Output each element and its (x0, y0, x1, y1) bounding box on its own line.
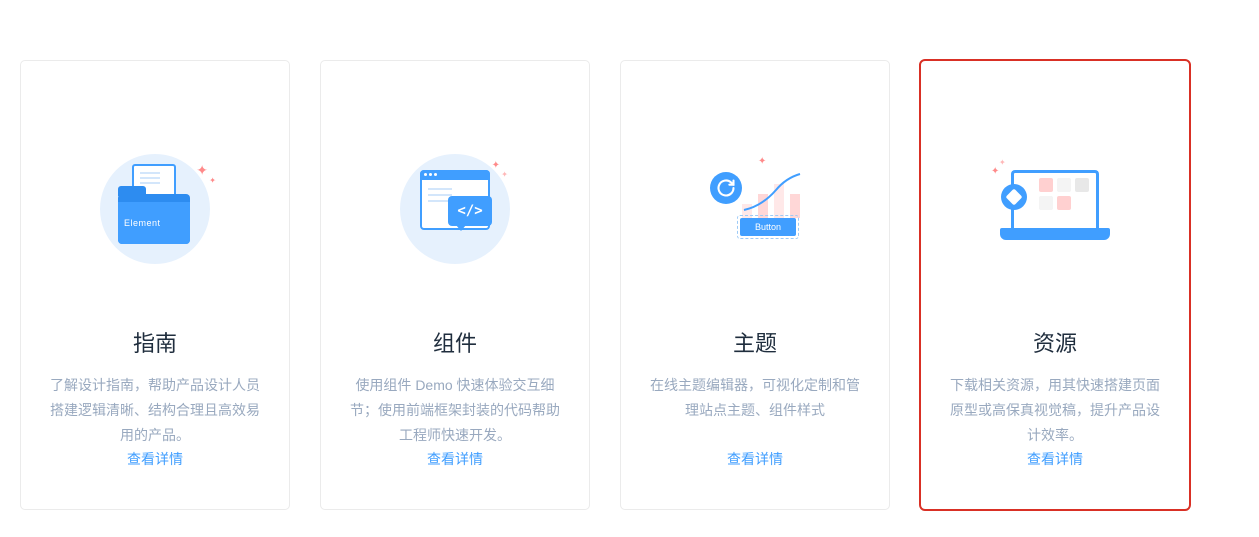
card-guide[interactable]: Element ✦ ✦ 指南 了解设计指南，帮助产品设计人员搭建逻辑清晰、结构合… (20, 60, 290, 510)
card-resource-description: 下载相关资源，用其快速搭建页面原型或高保真视觉稿，提升产品设计效率。 (941, 373, 1169, 449)
card-resource-link[interactable]: 查看详情 (1027, 449, 1083, 469)
card-component-link[interactable]: 查看详情 (427, 449, 483, 469)
refresh-icon (710, 172, 742, 204)
card-guide-description: 了解设计指南，帮助产品设计人员搭建逻辑清晰、结构合理且高效易用的产品。 (41, 373, 269, 449)
card-component-description: 使用组件 Demo 快速体验交互细节；使用前端框架封装的代码帮助工程师快速开发。 (341, 373, 569, 449)
card-theme-title: 主题 (733, 326, 777, 358)
card-component-title: 组件 (433, 326, 477, 358)
theme-icon: Button ✦ (700, 154, 810, 264)
card-theme-description: 在线主题编辑器，可视化定制和管理站点主题、组件样式 (641, 373, 869, 423)
card-theme[interactable]: Button ✦ 主题 在线主题编辑器，可视化定制和管理站点主题、组件样式 查看… (620, 60, 890, 510)
card-resource-title: 资源 (1033, 326, 1077, 358)
component-icon: </> ✦ ✦ (400, 154, 510, 264)
guide-icon: Element ✦ ✦ (100, 154, 210, 264)
code-tag-label: </> (457, 203, 482, 219)
theme-button-label: Button (755, 222, 781, 232)
resource-icon: ✦ ✦ (995, 154, 1115, 264)
card-theme-link[interactable]: 查看详情 (727, 449, 783, 469)
card-resource[interactable]: ✦ ✦ 资源 下载相关资源，用其快速搭建页面原型或高保真视觉稿，提升产品设计效率… (920, 60, 1190, 510)
cards-container: Element ✦ ✦ 指南 了解设计指南，帮助产品设计人员搭建逻辑清晰、结构合… (20, 60, 1239, 510)
card-guide-link[interactable]: 查看详情 (127, 449, 183, 469)
card-guide-title: 指南 (133, 326, 177, 358)
guide-folder-label: Element (124, 218, 161, 228)
card-component[interactable]: </> ✦ ✦ 组件 使用组件 Demo 快速体验交互细节；使用前端框架封装的代… (320, 60, 590, 510)
diamond-icon (1001, 184, 1027, 210)
